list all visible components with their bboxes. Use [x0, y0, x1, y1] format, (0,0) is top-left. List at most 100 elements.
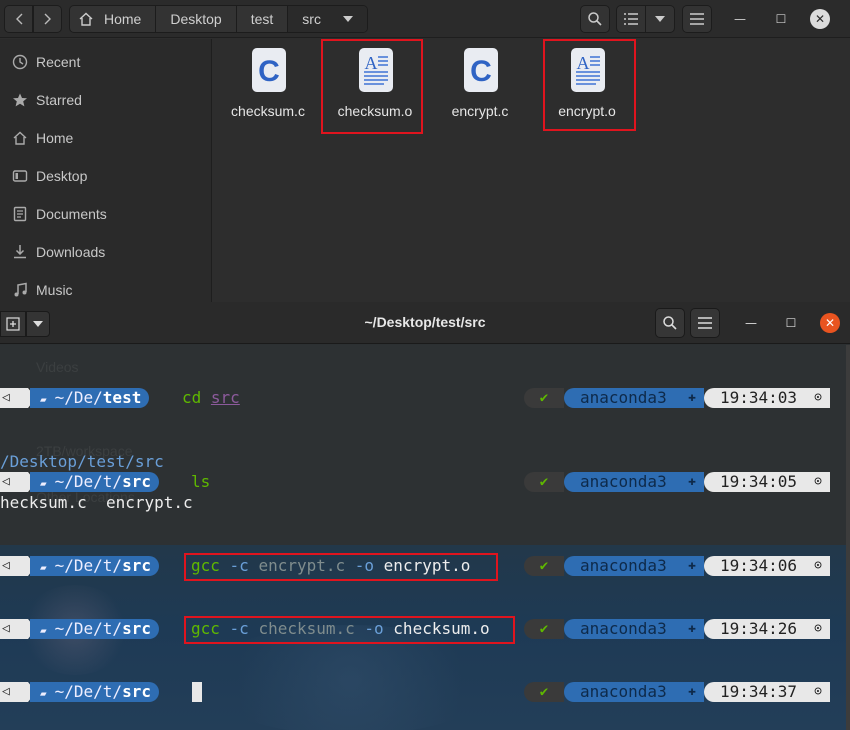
prompt-path-current: src — [122, 472, 151, 491]
back-button[interactable] — [4, 5, 33, 33]
forward-button[interactable] — [33, 5, 62, 33]
prompt-os-segment: ◁ — [0, 388, 28, 408]
checkmark-icon: ✔ — [539, 558, 549, 574]
env-segment: anaconda3 ✚ — [564, 619, 704, 639]
prompt-path-current: src — [122, 556, 151, 575]
prompt-os-segment: ◁ — [0, 472, 28, 492]
hamburger-icon — [690, 13, 704, 25]
highlight-box-gcc-encrypt — [184, 553, 498, 581]
sidebar-item-starred[interactable]: Starred — [0, 81, 212, 119]
clock-icon: ⊙ — [814, 621, 822, 636]
close-button[interactable]: ✕ — [820, 313, 840, 333]
c-source-file-icon: C — [464, 48, 498, 92]
sidebar-item-label: Documents — [36, 206, 107, 222]
maximize-button[interactable]: ☐ — [782, 314, 800, 332]
chevron-right-icon — [44, 13, 51, 25]
file-grid: C checksum.c A checksum.o C encrypt.c A … — [213, 39, 850, 310]
sidebar-item-label: Downloads — [36, 244, 106, 260]
chevron-left-icon — [16, 13, 23, 25]
breadcrumb-test[interactable]: test — [237, 6, 289, 32]
hamburger-menu-button[interactable] — [682, 5, 712, 33]
ghost-sidebar-videos: Videos — [36, 359, 79, 375]
star-icon — [13, 93, 27, 107]
prompt-line: ◁ ▰ ~/De/test cd src ✔ anaconda3 ✚ 19:34:03 ⊙ — [0, 388, 850, 408]
maximize-icon: ☐ — [775, 12, 787, 26]
sidebar-item-label: Desktop — [36, 168, 88, 184]
c-source-file-icon: C — [252, 48, 286, 92]
svg-text:C: C — [258, 55, 280, 88]
sidebar-item-recent[interactable]: Recent — [0, 43, 212, 81]
tux-icon: ◁ — [2, 558, 10, 573]
sidebar-item-home[interactable]: Home — [0, 119, 212, 157]
python-icon: ✚ — [688, 390, 696, 405]
prompt-path-current: src — [122, 619, 151, 638]
breadcrumb-label: test — [250, 11, 274, 27]
clock-icon — [12, 54, 28, 70]
env-segment: anaconda3 ✚ — [564, 388, 704, 408]
timestamp: 19:34:37 — [720, 682, 798, 701]
sidebar-item-label: Music — [36, 282, 73, 298]
env-segment: anaconda3 ✚ — [564, 472, 704, 492]
breadcrumb-label: Desktop — [170, 11, 222, 27]
clock-icon: ⊙ — [814, 558, 822, 573]
env-segment: anaconda3 ✚ — [564, 556, 704, 576]
home-icon — [13, 131, 27, 145]
clock-icon: ⊙ — [814, 684, 822, 699]
python-icon: ✚ — [688, 684, 696, 699]
maximize-icon: ☐ — [785, 316, 797, 330]
folder-icon: ▰ — [40, 624, 47, 637]
terminal-body[interactable]: Videos 2TB/workspace Other Locations ◁ ▰ ~… — [0, 345, 850, 730]
breadcrumb-home[interactable]: Home — [70, 6, 157, 32]
status-ok-segment: ✔ — [524, 619, 564, 639]
file-manager-headerbar: Home Desktop test src — ☐ ✕ — [0, 0, 850, 38]
command-token: src — [210, 388, 240, 407]
sidebar-item-desktop[interactable]: Desktop — [0, 157, 212, 195]
breadcrumb-src[interactable]: src — [288, 6, 367, 32]
close-button[interactable]: ✕ — [810, 9, 830, 29]
maximize-button[interactable]: ☐ — [771, 9, 791, 29]
sidebar-item-downloads[interactable]: Downloads — [0, 233, 212, 271]
breadcrumb-desktop[interactable]: Desktop — [156, 6, 237, 32]
search-button[interactable] — [655, 308, 685, 338]
search-button[interactable] — [580, 5, 610, 33]
terminal-window: ~/Desktop/test/src — ☐ ✕ Videos 2TB/work… — [0, 302, 850, 730]
window-title: ~/Desktop/test/src — [364, 314, 486, 330]
folder-icon: ▰ — [40, 687, 47, 700]
path-echo-line: /Desktop/test/src — [0, 452, 164, 471]
prompt-path-prefix: ~/De/t/ — [54, 682, 123, 701]
ls-output-line: hecksum.c encrypt.c — [0, 493, 193, 512]
minimize-button[interactable]: — — [730, 9, 750, 29]
breadcrumb-label: Home — [104, 11, 142, 27]
file-item-encrypt-c[interactable]: C encrypt.c — [430, 47, 530, 127]
hamburger-icon — [698, 317, 712, 329]
timestamp: 19:34:26 — [720, 619, 798, 638]
svg-text:C: C — [470, 55, 492, 88]
time-segment: 19:34:06 ⊙ — [704, 556, 830, 576]
time-segment: 19:34:03 ⊙ — [704, 388, 830, 408]
checkmark-icon: ✔ — [539, 390, 549, 406]
time-segment: 19:34:05 ⊙ — [704, 472, 830, 492]
search-icon — [588, 12, 602, 26]
documents-icon — [13, 206, 27, 222]
command-text: ls — [191, 472, 210, 492]
scrollbar[interactable] — [846, 345, 850, 730]
tux-icon: ◁ — [2, 684, 10, 699]
sidebar-item-label: Starred — [36, 92, 82, 108]
hamburger-menu-button[interactable] — [690, 308, 720, 338]
clock-icon: ⊙ — [814, 390, 822, 405]
minimize-icon: — — [734, 12, 746, 26]
view-toggle-button[interactable] — [616, 5, 646, 33]
prompt-path-segment: ▰ ~/De/t/src — [30, 472, 159, 492]
prompt-line: ◁ ▰ ~/De/t/src ls ✔ anaconda3 ✚ 19:34:05 ⊙ — [0, 472, 850, 492]
command-text: cd src — [182, 388, 240, 408]
file-item-checksum-c[interactable]: C checksum.c — [218, 47, 318, 127]
python-icon: ✚ — [688, 558, 696, 573]
sidebar-item-label: Recent — [36, 54, 81, 70]
tux-icon: ◁ — [2, 474, 10, 489]
sidebar-item-documents[interactable]: Documents — [0, 195, 212, 233]
view-options-button[interactable] — [645, 5, 675, 33]
breadcrumb: Home Desktop test src — [69, 5, 368, 33]
minimize-button[interactable]: — — [742, 314, 760, 332]
text-cursor — [192, 682, 202, 702]
checkmark-icon: ✔ — [539, 684, 549, 700]
